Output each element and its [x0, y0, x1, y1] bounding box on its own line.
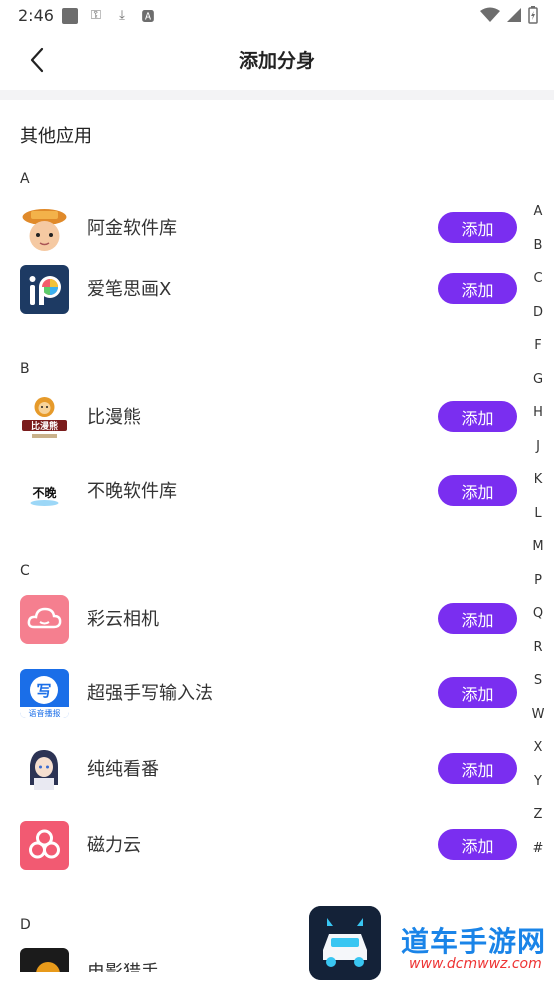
section-title: 其他应用	[20, 126, 92, 147]
nav-divider	[0, 90, 554, 100]
app-name: 不晚软件库	[87, 481, 177, 502]
app-row-ajin: 阿金软件库 添加	[0, 200, 530, 256]
status-notification-icons: ⚿ ⤓ 🅰	[62, 6, 156, 25]
app-row-caiyun-camera: 彩云相机 添加	[0, 591, 530, 647]
add-button[interactable]: 添加	[438, 475, 517, 506]
watermark-car-logo-icon	[309, 906, 381, 980]
index-letter[interactable]: D	[528, 305, 548, 320]
add-button[interactable]: 添加	[438, 603, 517, 634]
index-letter[interactable]: W	[528, 707, 548, 722]
ibispaint-app-icon	[20, 265, 69, 314]
index-letter[interactable]: K	[528, 472, 548, 487]
add-button[interactable]: 添加	[438, 829, 517, 860]
group-letter-d: D	[20, 917, 31, 933]
add-button[interactable]: 添加	[438, 212, 517, 243]
chunchun-app-icon	[20, 745, 69, 794]
caiyun-camera-app-icon	[20, 595, 69, 644]
status-time: 2:46	[18, 6, 54, 25]
page-title: 添加分身	[238, 50, 315, 72]
svg-text:写: 写	[36, 682, 51, 700]
index-letter[interactable]: Q	[528, 606, 548, 621]
index-letter[interactable]: M	[528, 539, 548, 554]
bimanxiong-app-icon: 比漫熊	[20, 393, 69, 442]
index-letter[interactable]: G	[528, 372, 548, 387]
app-name: 比漫熊	[87, 407, 141, 428]
app-name: 彩云相机	[87, 609, 159, 630]
add-button[interactable]: 添加	[438, 753, 517, 784]
index-letter[interactable]: A	[528, 204, 548, 219]
ciliyun-app-icon	[20, 821, 69, 870]
status-right-icons	[480, 6, 538, 24]
index-letter[interactable]: F	[528, 338, 548, 353]
buwan-app-icon: 不晚	[20, 467, 69, 516]
index-letter[interactable]: L	[528, 506, 548, 521]
index-letter[interactable]: B	[528, 238, 548, 253]
app-row-handwriting: 写 语音播报 超强手写输入法 添加	[0, 665, 530, 721]
app-name: 超强手写输入法	[87, 683, 213, 704]
movie-hunter-app-icon	[20, 948, 69, 972]
app-row-chunchun: 纯纯看番 添加	[0, 741, 530, 797]
svg-text:语音播报: 语音播报	[29, 708, 61, 718]
watermark-url: www.dcmwwz.com	[409, 956, 542, 972]
app-name: 爱笔思画X	[87, 279, 172, 300]
index-letter[interactable]: Y	[528, 774, 548, 789]
watermark: 道车手游网 www.dcmwwz.com	[309, 906, 553, 984]
wifi-icon	[480, 7, 500, 22]
battery-icon	[528, 6, 538, 24]
app-name: 阿金软件库	[87, 218, 177, 239]
app-row-bimanxiong: 比漫熊 比漫熊 添加	[0, 389, 530, 445]
group-letter-a: A	[20, 171, 30, 187]
add-button[interactable]: 添加	[438, 401, 517, 432]
add-button[interactable]: 添加	[438, 677, 517, 708]
index-letter[interactable]: C	[528, 271, 548, 286]
notification-square-icon	[62, 7, 78, 24]
group-letter-b: B	[20, 361, 30, 377]
handwriting-app-icon: 写 语音播报	[20, 669, 69, 718]
status-bar: 2:46 ⚿ ⤓ 🅰	[0, 0, 554, 32]
app-row-buwan: 不晚 不晚软件库 添加	[0, 463, 530, 519]
svg-text:不晚: 不晚	[32, 485, 56, 500]
signal-icon	[507, 8, 521, 22]
index-letter[interactable]: R	[528, 640, 548, 655]
download-icon: ⤓	[119, 8, 125, 23]
watermark-text: 道车手游网	[401, 925, 547, 958]
index-letter[interactable]: J	[528, 439, 548, 454]
index-letter[interactable]: Z	[528, 807, 548, 822]
index-letter[interactable]: H	[528, 405, 548, 420]
font-a-icon: 🅰	[141, 10, 155, 25]
vpn-key-icon: ⚿	[91, 8, 101, 23]
group-letter-c: C	[20, 563, 30, 579]
index-letter[interactable]: X	[528, 740, 548, 755]
app-name: 磁力云	[87, 835, 141, 856]
ajin-app-icon	[20, 204, 69, 253]
app-row-ciliyun: 磁力云 添加	[0, 817, 530, 873]
svg-text:比漫熊: 比漫熊	[31, 420, 58, 432]
index-letter[interactable]: S	[528, 673, 548, 688]
app-name: 电影猎手	[87, 958, 159, 972]
nav-bar: 添加分身	[0, 32, 554, 90]
index-letter[interactable]: #	[528, 841, 548, 856]
app-row-ibispaint: 爱笔思画X 添加	[0, 261, 530, 317]
add-button[interactable]: 添加	[438, 273, 517, 304]
index-letter[interactable]: P	[528, 573, 548, 588]
app-name: 纯纯看番	[87, 759, 159, 780]
